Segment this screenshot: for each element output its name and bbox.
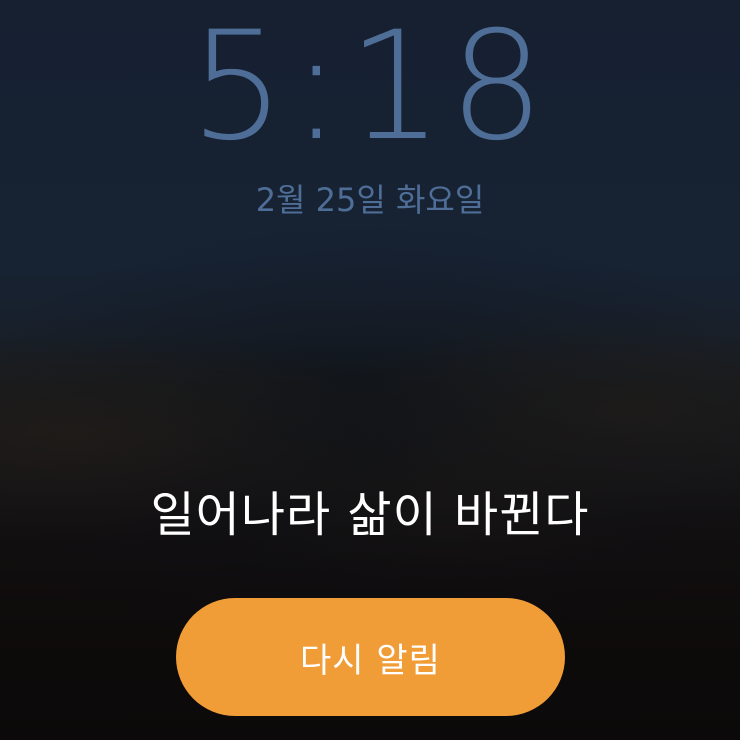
- alarm-label: 일어나라 삶이 바뀐다: [150, 487, 590, 543]
- snooze-button[interactable]: 다시 알림: [176, 598, 565, 716]
- lock-screen: 5:18 2월 25일 화요일 일어나라 삶이 바뀐다 다시 알림: [0, 0, 740, 740]
- lock-screen-clock: 5:18: [189, 0, 551, 174]
- snooze-button-label: 다시 알림: [300, 640, 441, 681]
- lock-screen-date: 2월 25일 화요일: [255, 181, 485, 219]
